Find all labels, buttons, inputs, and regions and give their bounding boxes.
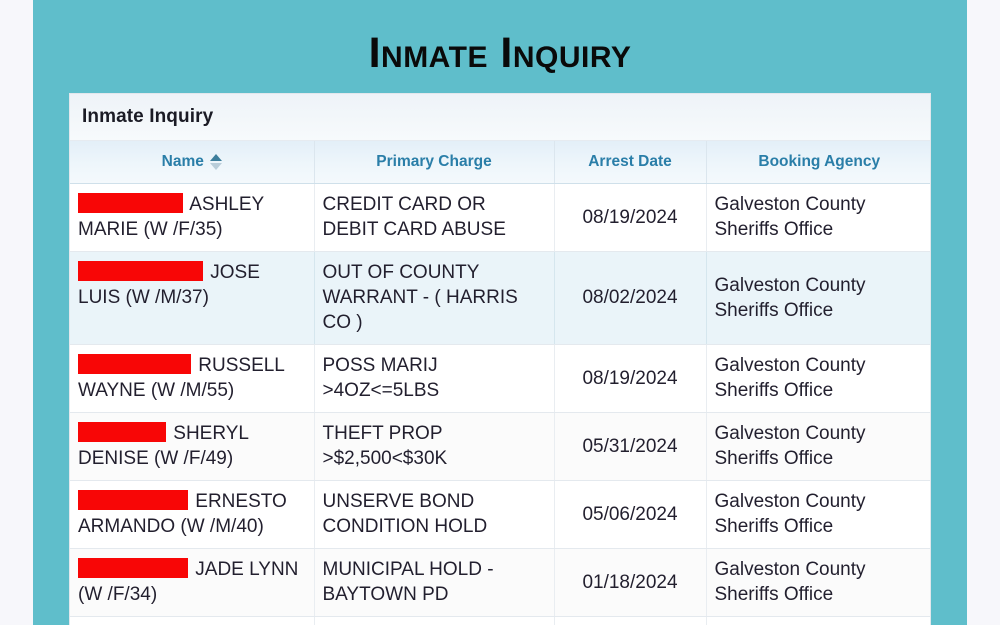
cell-arrest-date: 05/31/2024: [554, 412, 707, 481]
cell-name[interactable]: JADE LYNN (W /F/34): [70, 548, 315, 617]
cell-primary-charge: OUT OF COUNTY WARRANT - ( HARRIS CO ): [314, 251, 555, 345]
table-row[interactable]: RUSSELL WAYNE (W /M/55) POSS MARIJ >4OZ<=…: [70, 344, 930, 413]
cell-booking-agency: Galveston County Sheriffs Office: [706, 251, 930, 345]
cell-arrest-date: 08/02/2024: [554, 251, 707, 345]
table-row[interactable]: ASHLEY MARIE (W /F/35) CREDIT CARD OR DEB…: [70, 183, 930, 252]
inmate-results-table: Name Primary Charge Arrest Date Booking …: [70, 141, 930, 625]
column-header-booking-agency-label: Booking Agency: [758, 153, 881, 170]
table-row[interactable]: SHERYL DENISE (W /F/49) THEFT PROP >$2,50…: [70, 412, 930, 481]
column-header-primary-charge-label: Primary Charge: [376, 153, 492, 170]
cell-name[interactable]: MICHAEL ADRIAN (W /M/35): [70, 616, 315, 625]
cell-name[interactable]: JOSE LUIS (W /M/37): [70, 251, 315, 345]
cell-booking-agency: Galveston County Sheriffs Office: [706, 412, 930, 481]
redaction-bar: [78, 490, 188, 510]
cell-arrest-date: 08/19/2024: [554, 183, 707, 252]
cell-name[interactable]: SHERYL DENISE (W /F/49): [70, 412, 315, 481]
page-title: Inmate Inquiry: [368, 29, 632, 77]
table-row[interactable]: MICHAEL ADRIAN (W /M/35)THEFT PROP >=$10…: [70, 616, 930, 625]
cell-arrest-date: 05/06/2024: [554, 480, 707, 549]
panel-heading-text: Inmate Inquiry: [82, 106, 214, 127]
cell-booking-agency: Galveston County Sheriffs Office: [706, 344, 930, 413]
cell-booking-agency: Galveston County Sheriffs Office: [706, 183, 930, 252]
table-header: Name Primary Charge Arrest Date Booking …: [70, 141, 930, 184]
column-header-arrest-date-label: Arrest Date: [588, 153, 672, 170]
cell-name[interactable]: RUSSELL WAYNE (W /M/55): [70, 344, 315, 413]
table-header-row: Name Primary Charge Arrest Date Booking …: [70, 141, 930, 184]
redaction-bar: [78, 193, 183, 213]
cell-name[interactable]: ERNESTO ARMANDO (W /M/40): [70, 480, 315, 549]
cell-booking-agency: Galveston County Sheriffs Office: [706, 480, 930, 549]
column-header-name[interactable]: Name: [70, 141, 315, 184]
column-header-primary-charge[interactable]: Primary Charge: [314, 141, 555, 184]
table-row[interactable]: JADE LYNN (W /F/34) MUNICIPAL HOLD - BAYT…: [70, 548, 930, 617]
table-body: ASHLEY MARIE (W /F/35) CREDIT CARD OR DEB…: [70, 183, 930, 625]
sort-ascending-icon[interactable]: [209, 154, 222, 170]
column-header-arrest-date[interactable]: Arrest Date: [554, 141, 707, 184]
column-header-name-label: Name: [161, 153, 204, 170]
page-root: Inmate Inquiry Inmate Inquiry Name Prima…: [0, 0, 1000, 625]
redaction-bar: [78, 422, 166, 442]
cell-name[interactable]: ASHLEY MARIE (W /F/35): [70, 183, 315, 252]
cell-arrest-date: 01/18/2024: [554, 548, 707, 617]
inmate-inquiry-panel: Inmate Inquiry Name Primary Charge Arres…: [69, 93, 931, 625]
redaction-bar: [78, 261, 203, 281]
cell-booking-agency: Galveston County Sheriffs Office: [706, 616, 930, 625]
cell-primary-charge: CREDIT CARD OR DEBIT CARD ABUSE: [314, 183, 555, 252]
cell-arrest-date: 08/19/2024: [554, 616, 707, 625]
cell-primary-charge: THEFT PROP >$2,500<$30K: [314, 412, 555, 481]
cell-booking-agency: Galveston County Sheriffs Office: [706, 548, 930, 617]
table-row[interactable]: ERNESTO ARMANDO (W /M/40) UNSERVE BOND CO…: [70, 480, 930, 549]
cell-arrest-date: 08/19/2024: [554, 344, 707, 413]
redaction-bar: [78, 558, 188, 578]
cell-primary-charge: THEFT PROP >=$100<$750: [314, 616, 555, 625]
cell-primary-charge: UNSERVE BOND CONDITION HOLD: [314, 480, 555, 549]
cell-primary-charge: MUNICIPAL HOLD - BAYTOWN PD: [314, 548, 555, 617]
table-row[interactable]: JOSE LUIS (W /M/37) OUT OF COUNTY WARRANT…: [70, 251, 930, 345]
redaction-bar: [78, 354, 191, 374]
column-header-booking-agency[interactable]: Booking Agency: [706, 141, 930, 184]
cell-primary-charge: POSS MARIJ >4OZ<=5LBS: [314, 344, 555, 413]
panel-heading: Inmate Inquiry: [70, 94, 930, 141]
